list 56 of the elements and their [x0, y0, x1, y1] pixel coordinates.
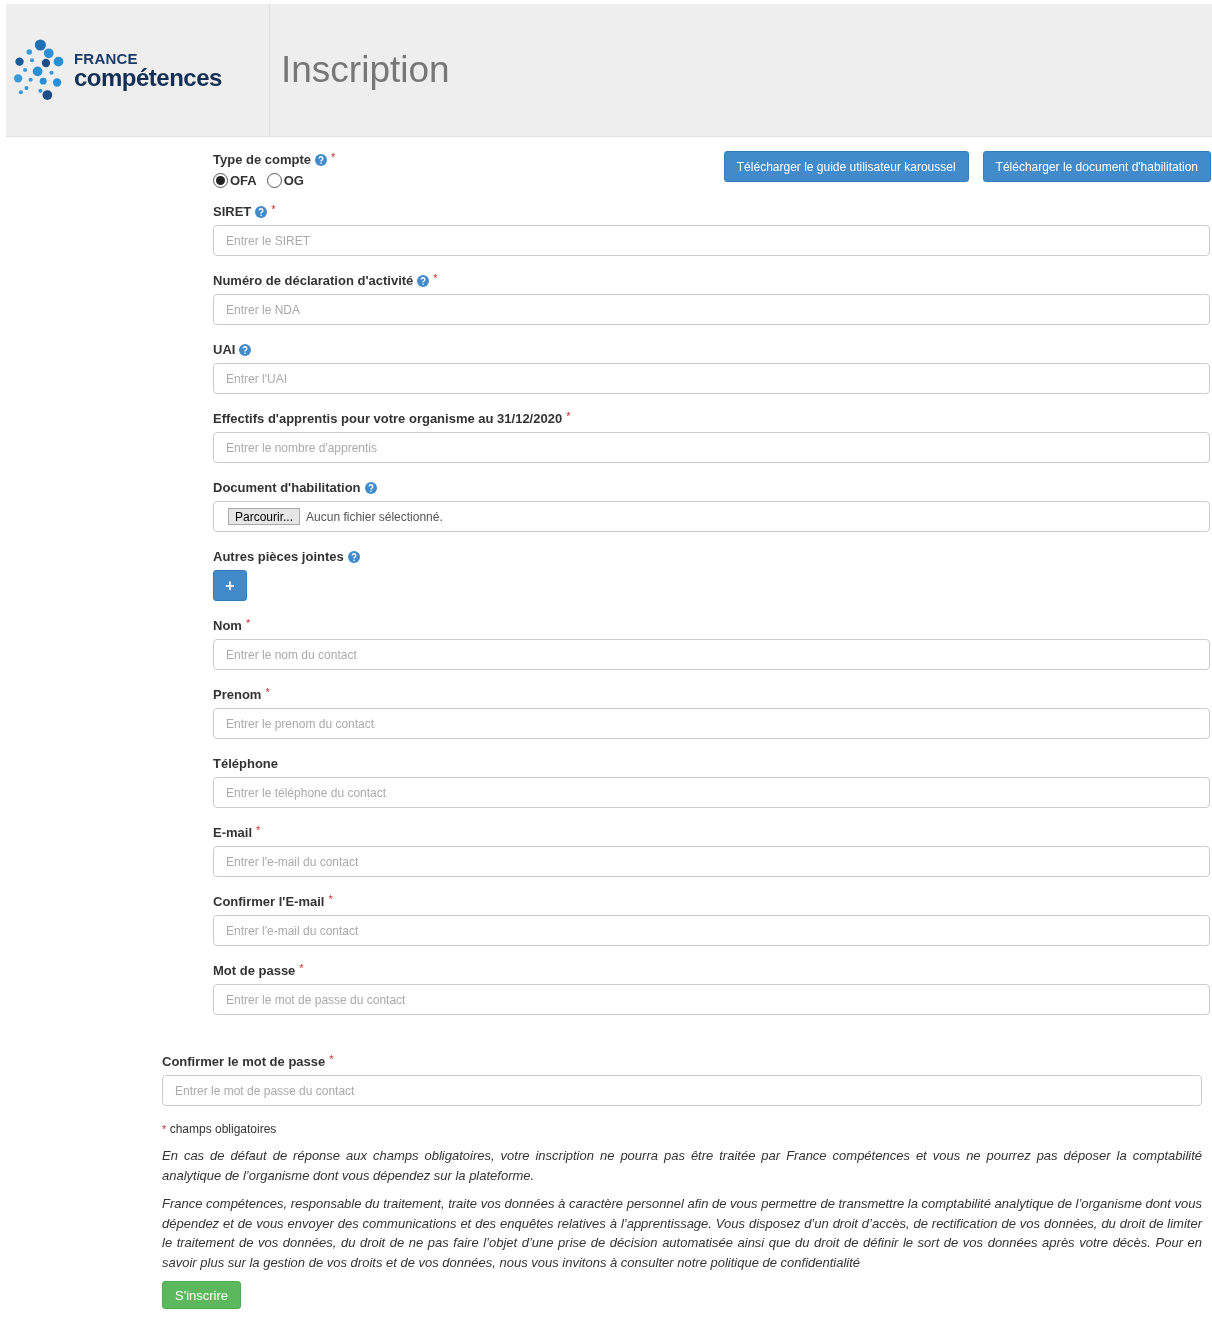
required-mark: * — [271, 203, 276, 215]
input-field[interactable]: Entrer le nombre d'apprentis — [213, 432, 1210, 463]
input-field[interactable]: Entrer le mot de passe du contact — [213, 984, 1210, 1015]
required-mark: * — [162, 1123, 167, 1135]
logo-text: FRANCE — [74, 50, 139, 66]
add-button[interactable]: + — [213, 570, 247, 601]
file-status: Aucun fichier sélectionné. — [306, 509, 443, 524]
required-mark: * — [299, 962, 304, 974]
required-mark: * — [566, 410, 571, 422]
help-icon[interactable] — [364, 481, 377, 494]
download-button[interactable]: Télécharger le document d'habilitation — [982, 151, 1211, 182]
field-label: Effectifs d'apprentis pour votre organisme au 31/12/2020 — [213, 411, 563, 426]
required-note: champs obligatoires — [169, 1122, 277, 1136]
page-title: Inscription — [281, 49, 450, 91]
field-label: E-mail — [213, 825, 252, 840]
required-mark: * — [256, 824, 261, 836]
radio-option[interactable]: OG — [266, 173, 304, 188]
input-field[interactable]: Entrer le SIRET — [213, 225, 1210, 256]
download-button[interactable]: Télécharger le guide utilisateur karoussel — [723, 151, 969, 182]
file-field[interactable]: Parcourir... Aucun fichier sélectionné. — [213, 501, 1210, 532]
field-label: Type de compte — [213, 152, 311, 167]
browse-button[interactable]: Parcourir... — [228, 508, 301, 525]
required-mark: * — [329, 1053, 334, 1065]
help-icon[interactable] — [417, 274, 430, 287]
field-label: SIRET — [213, 204, 252, 219]
input-field[interactable]: Entrer le prenom du contact — [213, 708, 1210, 739]
input-field[interactable]: Entrer le téléphone du contact — [213, 777, 1210, 808]
field-label: UAI — [213, 342, 236, 357]
input-field[interactable]: Entrer l'UAI — [213, 363, 1210, 394]
field-label: Numéro de déclaration d'activité — [213, 273, 414, 288]
input-field[interactable]: Entrer le NDA — [213, 294, 1210, 325]
input-field[interactable]: Entrer le nom du contact — [213, 639, 1210, 670]
help-icon[interactable] — [255, 205, 268, 218]
field-label: Téléphone — [213, 756, 278, 771]
radio-option[interactable]: OFA — [213, 173, 257, 188]
required-mark: * — [328, 893, 333, 905]
field-label: Confirmer l'E-mail — [213, 894, 325, 909]
help-icon[interactable] — [347, 550, 360, 563]
help-icon[interactable] — [239, 343, 252, 356]
required-mark: * — [433, 272, 438, 284]
input-field[interactable]: Entrer le mot de passe du contact — [162, 1075, 1202, 1106]
info-paragraph: France compétences, responsable du traitement, traite vos données à caractère personnel afin de vous permettre de transmettre la comptabilité analytique de l’organisme dont vous dépendez et de vous envoyer des communications et des enquêtes relatives à l’apprentissage. Vous disposez d’un droit d’accès, de rectification de vos données, du droit de limiter le traitement de vos données, du droit de ne pas faire l’objet d’une prise de décision automatisée ainsi que du droit de définir le sort de vos données après votre décès. Pour en savoir plus sur la gestion de vos droits et de vos données, nous vous invitons à consulter notre politique de confidentialité — [162, 1195, 1202, 1272]
field-label: Prenom — [213, 687, 262, 702]
required-mark: * — [265, 686, 270, 698]
field-label: Mot de passe — [213, 963, 296, 978]
input-field[interactable]: Entrer l'e-mail du contact — [213, 846, 1210, 877]
info-paragraph: En cas de défaut de réponse aux champs obligatoires, votre inscription ne pourra pas être traitée par France compétences et vous ne pourrez pas déposer la comptabilité analytique de l’organisme dont vous dépendez sur la plateforme. — [162, 1147, 1202, 1185]
help-icon[interactable] — [315, 153, 327, 166]
field-label: Document d'habilitation — [213, 480, 361, 495]
required-mark: * — [331, 151, 336, 163]
required-mark: * — [245, 617, 251, 629]
logo-text: compétences — [74, 65, 222, 90]
field-label: Nom — [213, 618, 242, 633]
field-label: Autres pièces jointes — [213, 549, 344, 564]
input-field[interactable]: Entrer l'e-mail du contact — [213, 915, 1210, 946]
field-label: Confirmer le mot de passe — [162, 1054, 326, 1069]
